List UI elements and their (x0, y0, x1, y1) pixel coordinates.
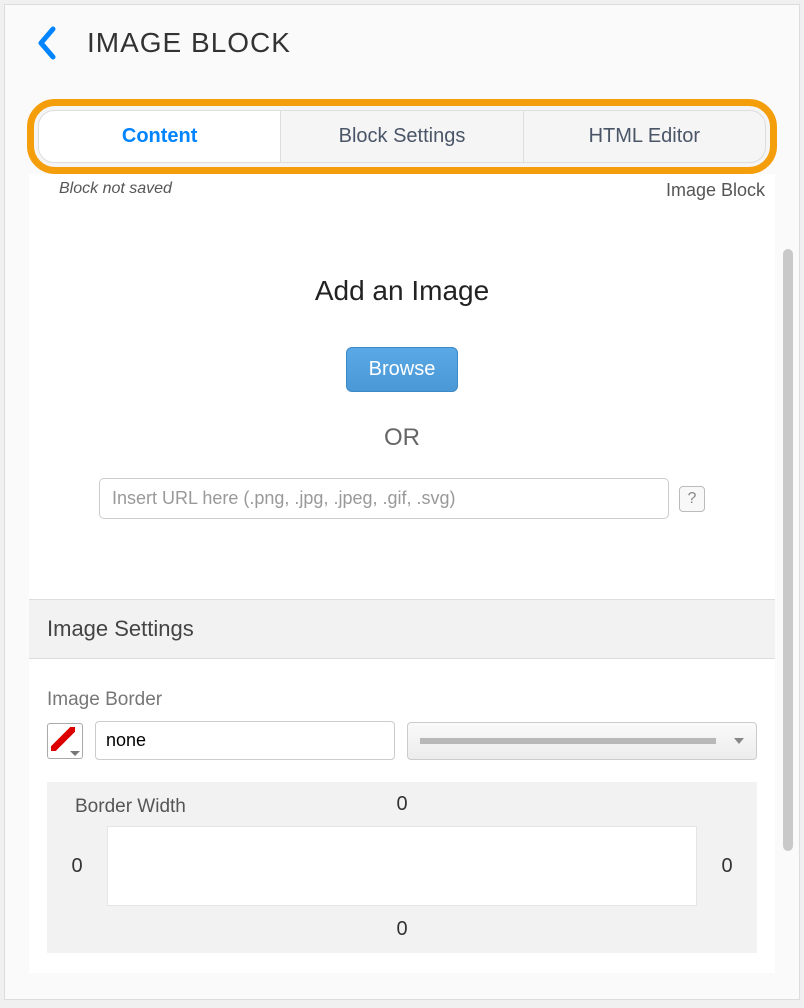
status-not-saved: Block not saved (59, 180, 172, 201)
url-row: ? (29, 478, 775, 519)
add-image-section: Add an Image Browse OR ? (29, 205, 775, 599)
border-width-preview (107, 826, 697, 906)
status-block-type: Image Block (666, 180, 765, 201)
tabs: Content Block Settings HTML Editor (38, 110, 766, 163)
panel-header: IMAGE BLOCK (5, 5, 799, 73)
image-url-input[interactable] (99, 478, 669, 519)
border-width-box: Border Width 0 0 0 0 (47, 782, 757, 953)
border-width-left[interactable]: 0 (47, 855, 107, 878)
tab-html-editor[interactable]: HTML Editor (523, 110, 766, 163)
tabs-highlight: Content Block Settings HTML Editor (27, 99, 777, 174)
browse-button[interactable]: Browse (346, 347, 459, 392)
back-icon[interactable] (31, 23, 61, 63)
scrollbar[interactable] (783, 249, 793, 851)
border-line-preview (420, 738, 716, 744)
status-row: Block not saved Image Block (29, 174, 775, 205)
border-width-top[interactable]: 0 (107, 793, 697, 826)
image-settings-header: Image Settings (29, 599, 775, 659)
border-width-bottom[interactable]: 0 (107, 906, 697, 953)
border-row (47, 721, 757, 760)
border-line-style-select[interactable] (407, 722, 757, 760)
help-icon[interactable]: ? (679, 486, 705, 512)
tab-content[interactable]: Content (38, 110, 281, 163)
add-image-title: Add an Image (29, 275, 775, 307)
image-settings-body: Image Border Border Width 0 0 0 0 (29, 659, 775, 973)
page-title: IMAGE BLOCK (87, 27, 291, 59)
or-separator: OR (29, 424, 775, 452)
tab-block-settings[interactable]: Block Settings (280, 110, 523, 163)
border-width-grid: 0 0 0 0 (47, 826, 757, 953)
border-style-input[interactable] (95, 721, 395, 760)
content-area: Block not saved Image Block Add an Image… (29, 174, 775, 973)
image-border-label: Image Border (47, 689, 757, 711)
border-width-right[interactable]: 0 (697, 855, 757, 878)
border-color-picker[interactable] (47, 723, 83, 759)
image-block-panel: IMAGE BLOCK Content Block Settings HTML … (4, 4, 800, 1000)
